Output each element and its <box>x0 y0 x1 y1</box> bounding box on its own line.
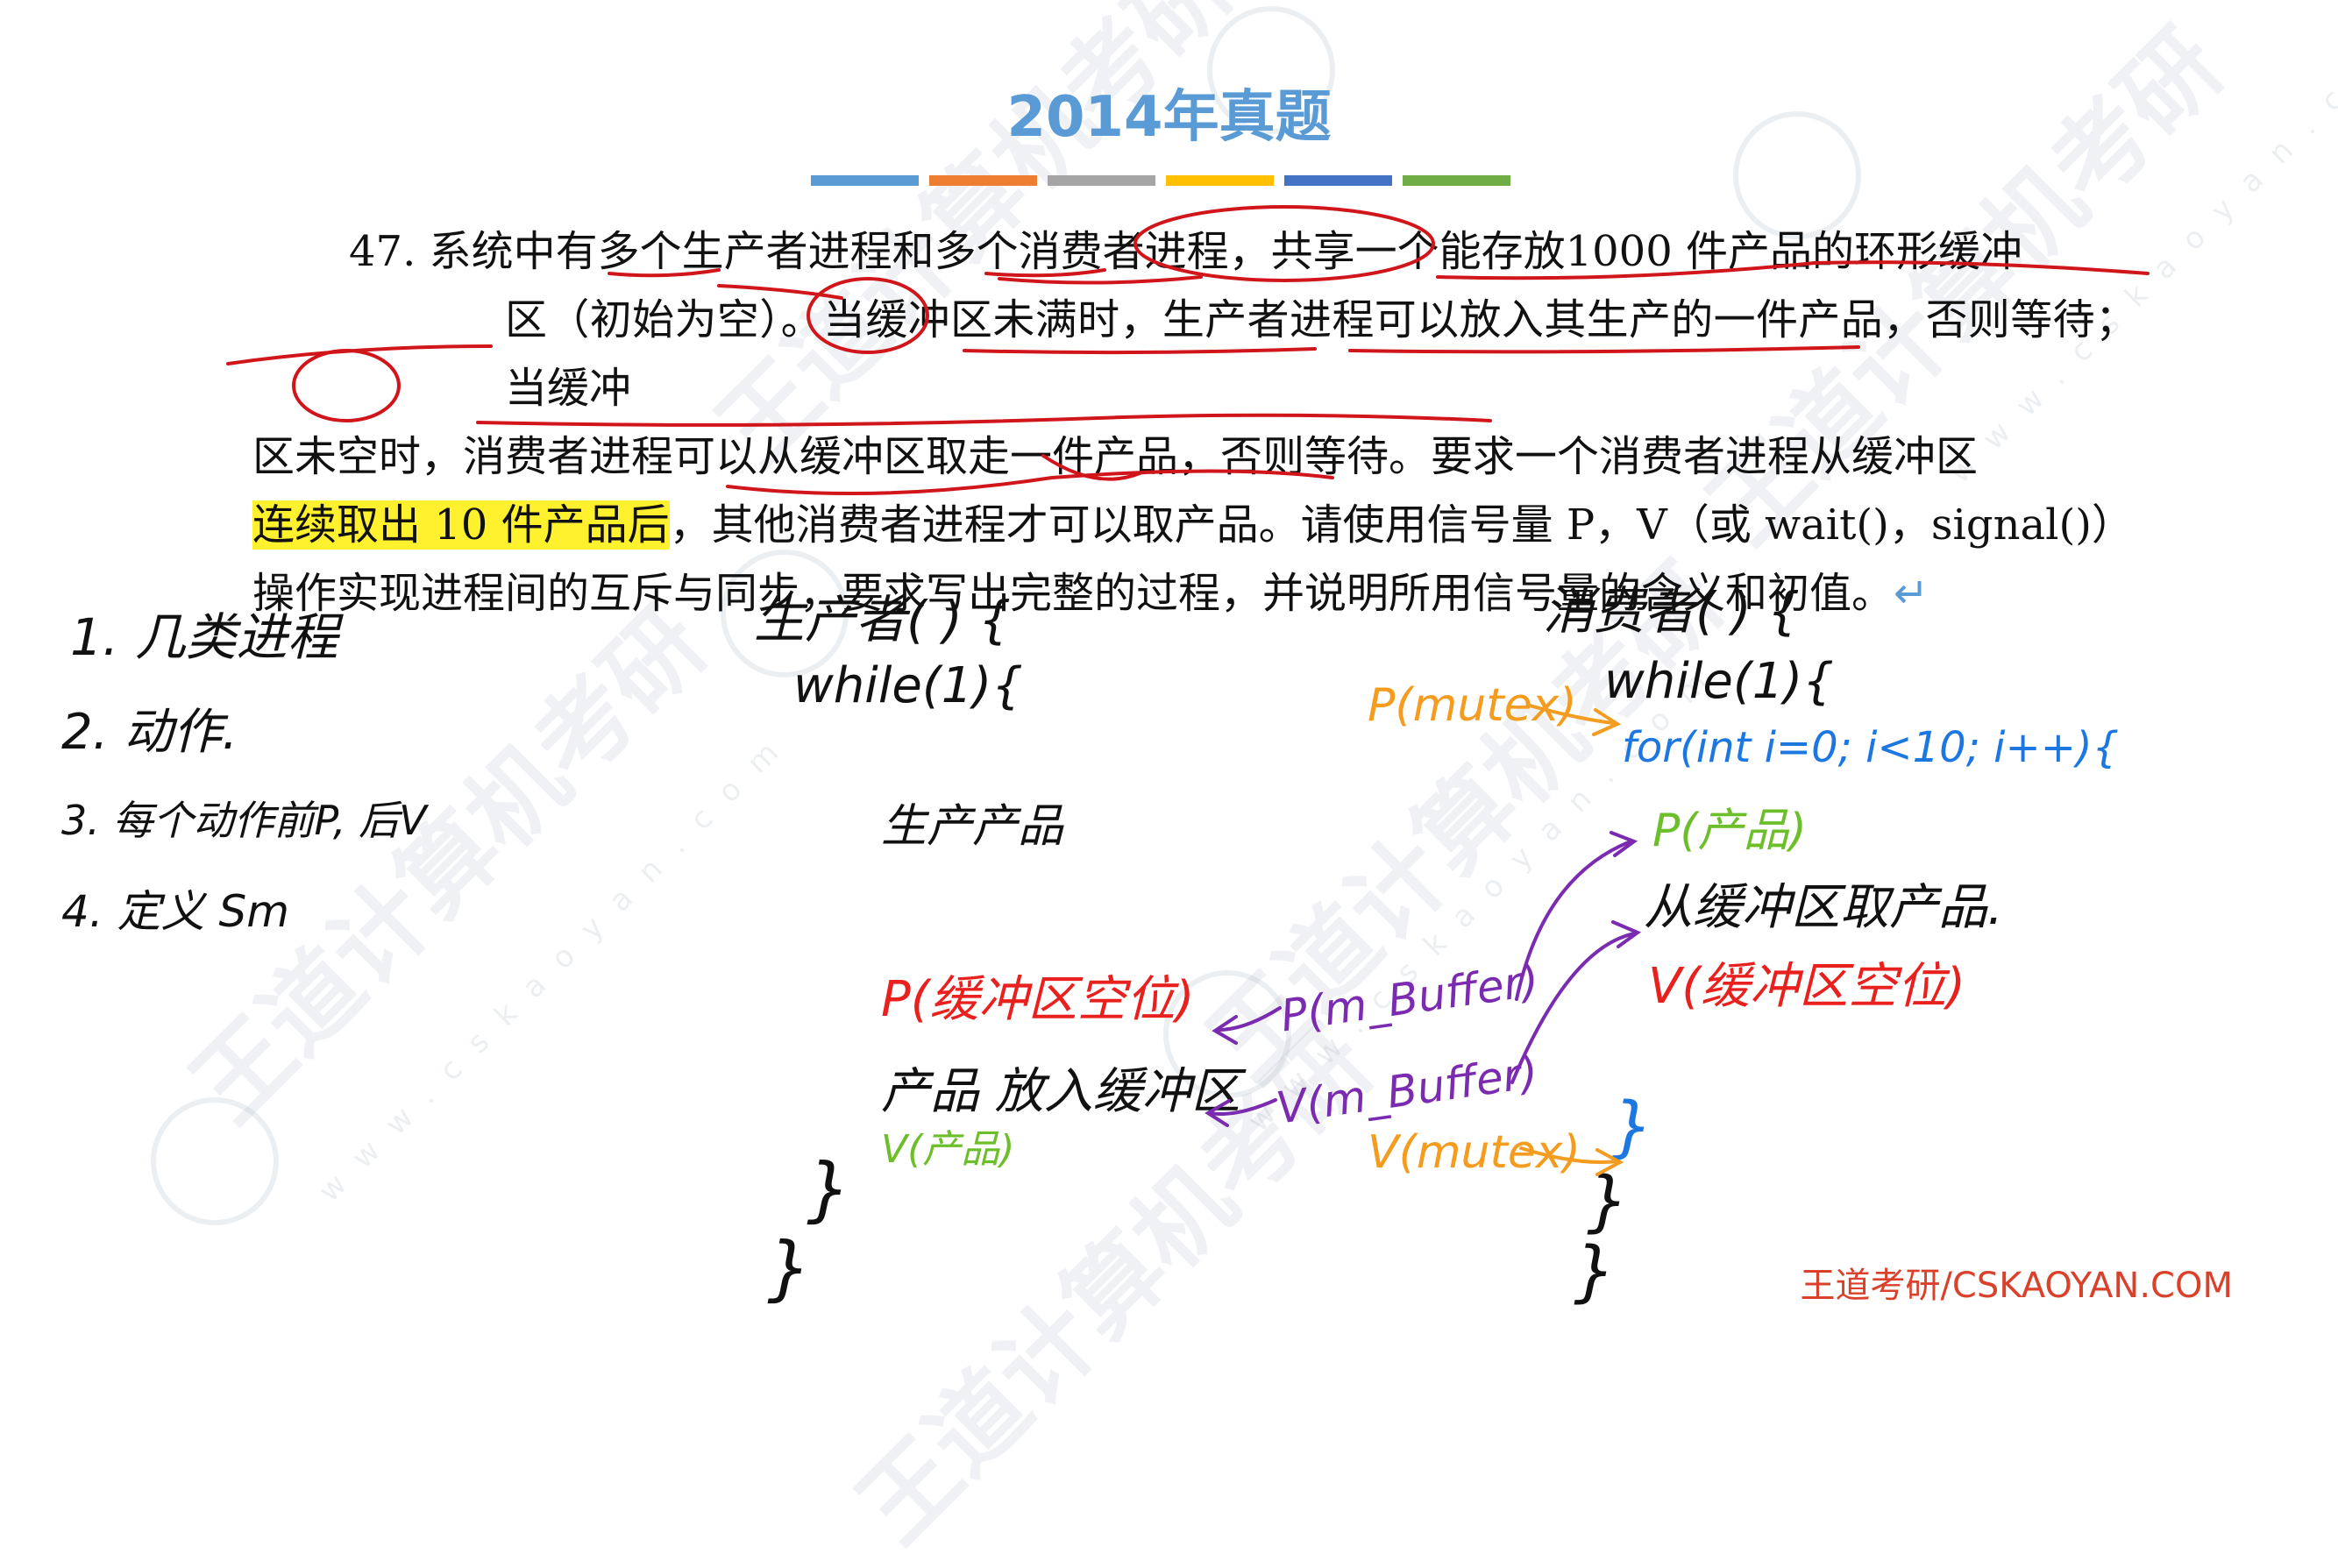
accent-bar <box>1166 175 1274 186</box>
note-step-3: 3. 每个动作前P, 后V <box>61 797 427 844</box>
note-step-4: 4. 定义 Sm <box>61 886 289 937</box>
producer-header: 生产者( ) { <box>754 590 1012 649</box>
note-step-1: 1. 几类进程 <box>70 607 338 667</box>
problem-number: 47. <box>349 227 430 276</box>
producer-v-full: V(产品) <box>881 1127 1015 1172</box>
producer-while: while(1){ <box>793 657 1023 714</box>
producer-make: 生产产品 <box>881 800 1064 853</box>
consumer-p-full: P(产品) <box>1652 805 1807 857</box>
consumer-header: 消费者( ) { <box>1543 581 1801 641</box>
producer-close-while: } <box>807 1148 851 1230</box>
note-step-2: 2. 动作. <box>61 704 238 761</box>
problem-line: 连续取出 10 件产品后，其他消费者进程才可以取产品。请使用信号量 P，V（或 … <box>252 500 2134 550</box>
consumer-p-mutex: P(mutex) <box>1368 679 1577 732</box>
consumer-while: while(1){ <box>1604 653 1834 710</box>
page-title: 2014年真题 <box>1006 85 1332 150</box>
problem-line: 47. 系统中有多个生产者进程和多个消费者进程，共享一个能存放1000 件产品的… <box>349 227 2023 276</box>
producer-close: } <box>767 1227 812 1309</box>
consumer-close: } <box>1574 1231 1617 1309</box>
accent-bar <box>1284 175 1392 186</box>
accent-bars <box>811 175 1510 186</box>
footer-brand: 王道考研/CSKAOYAN.COM <box>1800 1266 2233 1306</box>
consumer-close-for: } <box>1611 1087 1654 1165</box>
accent-bar <box>811 175 919 186</box>
problem-line: 区（初始为空）。当缓冲区未满时，生产者进程可以放入其生产的一件产品，否则等待；当… <box>505 295 2137 413</box>
accent-bar <box>1048 175 1155 186</box>
consumer-v-mutex: V(mutex) <box>1368 1126 1581 1179</box>
problem-line: 区未空时，消费者进程可以从缓冲区取走一件产品，否则等待。要求一个消费者进程从缓冲… <box>252 432 1979 481</box>
problem-statement: 47. 系统中有多个生产者进程和多个消费者进程，共享一个能存放1000 件产品的… <box>252 217 2137 628</box>
p-buffer-note: P(m_Buffer) <box>1277 954 1542 1042</box>
return-mark: ↵ <box>1894 569 1929 618</box>
consumer-close-while: } <box>1587 1161 1630 1239</box>
consumer-for: for(int i=0; i<10; i++){ <box>1622 723 2120 772</box>
accent-bar <box>1403 175 1510 186</box>
producer-p-empty: P(缓冲区空位) <box>881 971 1195 1028</box>
consumer-take: 从缓冲区取产品. <box>1644 879 2003 936</box>
v-buffer-note: V(m_Buffer) <box>1273 1047 1541 1134</box>
consumer-v-empty: V(缓冲区空位) <box>1648 958 1966 1015</box>
highlighted-phrase: 连续取出 10 件产品后 <box>252 500 670 550</box>
accent-bar <box>929 175 1037 186</box>
producer-put: 产品 放入缓冲区 <box>881 1063 1240 1120</box>
problem-line: 操作实现进程间的互斥与同步，要求写出完整的过程，并说明所用信号量的含义和初值。↵ <box>252 569 1929 618</box>
